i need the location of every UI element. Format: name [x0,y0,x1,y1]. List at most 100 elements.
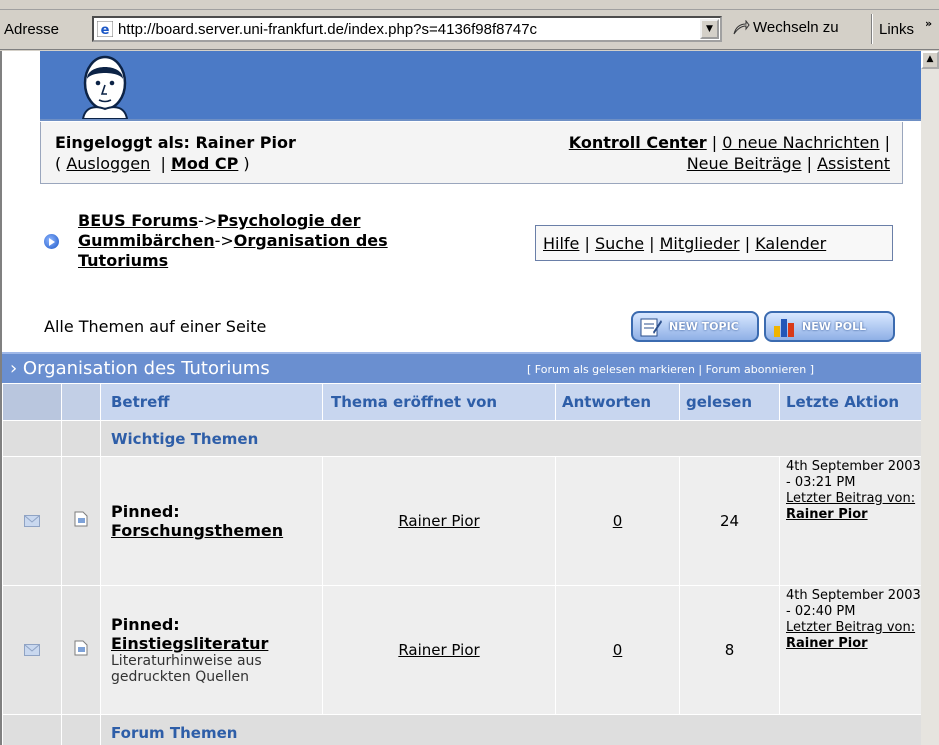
replies-cell: 0 [555,585,680,715]
last-post-user-link[interactable]: Rainer Pior [786,507,868,522]
breadcrumb-path: BEUS Forums->Psychologie der Gummibärche… [78,211,468,271]
last-action-cell: 4th September 2003 - 03:21 PM Letzter Be… [779,456,921,586]
assistant-link[interactable]: Assistent [817,154,890,173]
last-post-label[interactable]: Letzter Beitrag von: [786,491,915,506]
forum-banner [40,51,921,121]
links-button[interactable]: Links [879,21,914,38]
go-label: Wechseln zu [753,19,839,36]
user-actions: ( Ausloggen | Mod CP ) [55,154,250,173]
new-topic-button[interactable]: NEW TOPIC [631,311,759,342]
topic-type-cell [61,456,101,586]
new-topic-icon [640,318,662,336]
new-posts-link[interactable]: Neue Beiträge [687,154,802,173]
document-icon [74,511,88,527]
breadcrumb-separator: -> [197,211,218,230]
vertical-scrollbar[interactable]: ▲ [921,51,939,745]
section-row-important: Wichtige Themen [2,420,921,457]
nav-box: Hilfe | Suche | Mitglieder | Kalender [535,225,893,261]
address-dropdown-button[interactable]: ▼ [700,19,719,39]
last-post-date: 4th September 2003 - 03:21 PM [786,459,921,490]
ie-page-icon: e [97,21,113,37]
calendar-link[interactable]: Kalender [755,234,826,253]
topic-starter-link[interactable]: Rainer Pior [398,641,479,659]
section-row-forum: Forum Themen [2,714,921,745]
last-post-user-link[interactable]: Rainer Pior [786,636,868,651]
last-post-label[interactable]: Letzter Beitrag von: [786,620,915,635]
table-row[interactable]: Pinned: Einstiegsliteratur Literaturhinw… [2,585,921,715]
topic-title-cell: Pinned: Forschungsthemen [100,456,323,586]
table-row[interactable]: Pinned: Forschungsthemen Rainer Pior 0 2… [2,456,921,586]
topic-description: Literaturhinweise aus gedruckten Quellen [111,653,262,685]
chevron-icon[interactable]: » [925,17,932,30]
replies-cell: 0 [555,456,680,586]
control-center-link[interactable]: Kontroll Center [569,133,707,152]
envelope-icon [24,514,40,527]
scroll-up-arrow-icon[interactable]: ▲ [921,51,939,69]
new-messages-link[interactable]: 0 neue Nachrichten [722,133,879,152]
topic-type-cell [61,585,101,715]
section-forum-label: Forum Themen [100,714,921,745]
views-cell: 8 [679,585,780,715]
members-link[interactable]: Mitglieder [660,234,740,253]
user-panel: Eingeloggt als: Rainer Pior ( Ausloggen … [40,122,903,184]
replies-link[interactable]: 0 [613,512,623,530]
all-topics-label: Alle Themen auf einer Seite [44,317,267,336]
forum-title-text: Organisation des Tutoriums [22,358,270,379]
envelope-icon [24,643,40,656]
topic-table: Betreff Thema eröffnet von Antworten gel… [2,383,921,745]
header-views[interactable]: gelesen [679,383,780,421]
breadcrumb-bullet-icon [44,234,59,249]
svg-text:e: e [101,23,110,37]
logged-in-label: Eingeloggt als: Rainer Pior [55,133,296,152]
logout-link[interactable]: Ausloggen [66,154,150,173]
document-icon [74,640,88,656]
topic-starter-link[interactable]: Rainer Pior [398,512,479,530]
header-replies[interactable]: Antworten [555,383,680,421]
header-icon-col [61,383,101,421]
table-header-row: Betreff Thema eröffnet von Antworten gel… [2,383,921,421]
section-spacer [2,714,62,745]
new-poll-label: NEW POLL [802,320,867,333]
topic-status-cell [2,585,62,715]
replies-link[interactable]: 0 [613,641,623,659]
new-poll-icon [774,318,794,337]
go-button[interactable]: Wechseln zu [732,19,839,36]
topic-title-cell: Pinned: Einstiegsliteratur Literaturhinw… [100,585,323,715]
topic-title-link[interactable]: Forschungsthemen [111,521,322,540]
section-spacer [2,420,62,457]
header-last-action[interactable]: Letzte Aktion [779,383,921,421]
forum-options[interactable]: [ Forum als gelesen markieren | Forum ab… [527,363,814,376]
address-label: Adresse [4,21,60,38]
toolbar-separator [871,14,873,44]
help-link[interactable]: Hilfe [543,234,579,253]
url-input[interactable] [118,20,696,38]
forum-title: › Organisation des Tutoriums [10,358,270,379]
toolbar-strip [0,0,939,10]
topic-status-cell [2,456,62,586]
mod-cp-link[interactable]: Mod CP [171,154,238,173]
header-subject[interactable]: Betreff [100,383,323,421]
new-topic-label: NEW TOPIC [669,320,739,333]
search-link[interactable]: Suche [595,234,644,253]
last-action-cell: 4th September 2003 - 02:40 PM Letzter Be… [779,585,921,715]
pinned-prefix: Pinned: [111,615,180,634]
section-spacer [61,420,101,457]
page-content: Eingeloggt als: Rainer Pior ( Ausloggen … [0,51,921,745]
new-poll-button[interactable]: NEW POLL [764,311,895,342]
section-spacer [61,714,101,745]
address-field[interactable]: e ▼ [92,16,722,42]
topic-starter-cell: Rainer Pior [322,456,556,586]
last-post-date: 4th September 2003 - 02:40 PM [786,588,921,619]
topic-title-link[interactable]: Einstiegsliteratur [111,634,322,653]
views-cell: 24 [679,456,780,586]
goethe-logo-icon [81,55,129,119]
address-bar: Adresse e ▼ Wechseln zu Links » [0,0,939,50]
breadcrumb-root-link[interactable]: BEUS Forums [78,211,198,230]
pinned-prefix: Pinned: [111,502,180,521]
header-icon-col [2,383,62,421]
topic-starter-cell: Rainer Pior [322,585,556,715]
breadcrumb-separator: -> [214,231,234,250]
user-links-bottom: Neue Beiträge | Assistent [686,154,890,173]
section-important-label: Wichtige Themen [100,420,921,457]
header-starter[interactable]: Thema eröffnet von [322,383,556,421]
